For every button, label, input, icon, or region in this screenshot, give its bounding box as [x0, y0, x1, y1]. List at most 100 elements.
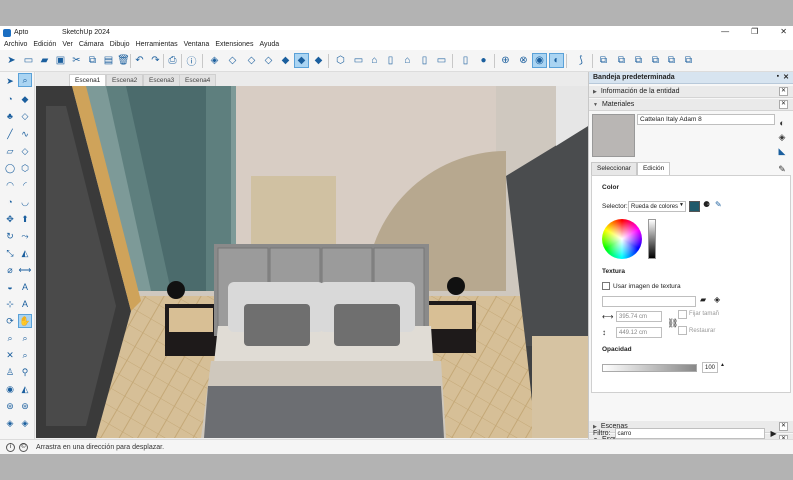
- texture-height-field[interactable]: 449.12 cm: [616, 327, 662, 338]
- filter-input[interactable]: carro: [614, 427, 765, 439]
- pan-tool-icon[interactable]: ✋: [18, 314, 32, 328]
- sandbox4-icon[interactable]: ◈: [18, 416, 32, 430]
- open-folder-icon[interactable]: ▰: [37, 53, 52, 68]
- solid-subtract-icon[interactable]: ⧉: [648, 53, 663, 68]
- solid-split-icon[interactable]: ⧉: [681, 53, 696, 68]
- cut-icon[interactable]: ✂: [69, 53, 84, 68]
- texture-path-field[interactable]: [602, 296, 696, 307]
- color-wheel[interactable]: [602, 219, 642, 259]
- section-fill-icon[interactable]: ◐: [549, 53, 564, 68]
- texture-width-field[interactable]: 395.74 cm: [616, 311, 662, 322]
- monochrome-icon[interactable]: ◆: [311, 53, 326, 68]
- default-material-icon[interactable]: ◐: [775, 116, 789, 130]
- left-view-icon[interactable]: ▯: [417, 53, 432, 68]
- search-tool-icon[interactable]: ⌕: [18, 73, 32, 87]
- front-view-icon[interactable]: ⌂: [367, 53, 382, 68]
- tray-close-icon[interactable]: ✕: [783, 73, 789, 81]
- opacity-field[interactable]: 100: [702, 362, 718, 373]
- menu-ver[interactable]: Ver: [62, 41, 73, 48]
- scale-tool-icon[interactable]: ⤡: [3, 246, 17, 260]
- model-info-icon[interactable]: ⓘ: [184, 53, 199, 68]
- browse-folder-icon[interactable]: ▰: [700, 295, 706, 304]
- new-file-icon[interactable]: ▭: [21, 53, 36, 68]
- back-edges-icon[interactable]: ◇: [225, 53, 240, 68]
- close-button[interactable]: ✕: [780, 27, 787, 36]
- tab-escena4[interactable]: Escena4: [179, 74, 217, 86]
- select-tool-icon[interactable]: ➤: [3, 74, 17, 88]
- arc-tool-icon[interactable]: ◠: [3, 178, 17, 192]
- print-icon[interactable]: ⎙: [165, 53, 180, 68]
- position-camera-icon[interactable]: ♙: [3, 365, 17, 379]
- xray-icon[interactable]: ◈: [207, 53, 222, 68]
- polygon-tool-icon[interactable]: ⬡: [18, 161, 32, 175]
- rectangle-tool-icon[interactable]: ▱: [3, 144, 17, 158]
- user-icon[interactable]: ●: [476, 53, 491, 68]
- move-tool-icon[interactable]: ✥: [3, 212, 17, 226]
- paint-bucket-icon[interactable]: ◔: [3, 92, 17, 106]
- link-aspect-icon[interactable]: ⛓: [667, 318, 678, 329]
- orbit-icon[interactable]: ⊕: [498, 53, 513, 68]
- sandbox-icon[interactable]: ⊛: [3, 399, 17, 413]
- tab-escena1[interactable]: Escena1: [69, 74, 107, 86]
- current-color-swatch[interactable]: [689, 201, 700, 212]
- create-material-icon[interactable]: ◈: [775, 130, 789, 144]
- copy-icon[interactable]: ⧉: [85, 53, 100, 68]
- rotated-rect-icon[interactable]: ◇: [18, 144, 32, 158]
- walk-tool-icon[interactable]: ⚲: [18, 365, 32, 379]
- zoom-tool-icon[interactable]: ⌕: [3, 331, 17, 345]
- sandbox3-icon[interactable]: ◈: [3, 416, 17, 430]
- color-picker-select[interactable]: Rueda de colores: [628, 201, 686, 212]
- protractor-icon[interactable]: ◒: [3, 280, 17, 294]
- menu-camara[interactable]: Cámara: [79, 41, 104, 48]
- credits-icon[interactable]: ©: [19, 442, 28, 452]
- menu-archivo[interactable]: Archivo: [4, 41, 27, 48]
- hidden-line-icon[interactable]: ◇: [261, 53, 276, 68]
- menu-ayuda[interactable]: Ayuda: [259, 41, 279, 48]
- match-color-model-icon[interactable]: ⚈: [703, 200, 710, 209]
- fix-size-checkbox[interactable]: [678, 310, 687, 319]
- freehand-icon[interactable]: ∿: [18, 127, 32, 141]
- menu-ventana[interactable]: Ventana: [184, 41, 210, 48]
- tape-measure-icon[interactable]: ⌀: [3, 263, 17, 277]
- material-name-field[interactable]: Cattelan Italy Adam 8: [637, 114, 775, 125]
- components-icon[interactable]: ⧉: [596, 53, 611, 68]
- sandbox2-icon[interactable]: ⊛: [18, 399, 32, 413]
- right-view-icon[interactable]: ▯: [383, 53, 398, 68]
- select-icon[interactable]: ➤: [4, 53, 19, 68]
- 3d-text-icon[interactable]: A: [18, 297, 32, 311]
- tab-edicion[interactable]: Edición: [636, 162, 671, 175]
- shaded-textures-icon[interactable]: ◆: [294, 53, 309, 68]
- axes-tool-icon[interactable]: ⊹: [3, 297, 17, 311]
- close-icon[interactable]: ✕: [779, 100, 788, 109]
- geo-location-icon[interactable]: i: [6, 442, 15, 452]
- undo-icon[interactable]: ↶: [132, 53, 147, 68]
- line-tool-icon[interactable]: ╱: [3, 127, 17, 141]
- sample-paint-icon[interactable]: ◣: [775, 144, 789, 158]
- entity-info-section[interactable]: ▶ Información de la entidad ✕: [589, 86, 793, 98]
- opacity-spinner-icon[interactable]: ▲: [720, 362, 725, 368]
- menu-edicion[interactable]: Edición: [33, 41, 56, 48]
- solid-trim-icon[interactable]: ⧉: [664, 53, 679, 68]
- 3d-viewport[interactable]: [36, 86, 588, 438]
- new-page-icon[interactable]: ▯: [458, 53, 473, 68]
- materials-section[interactable]: ▼ Materiales ✕: [589, 99, 793, 111]
- tab-escena2[interactable]: Escena2: [106, 74, 144, 86]
- look-around-icon[interactable]: ◉: [3, 382, 17, 396]
- section-display-icon[interactable]: ◉: [532, 53, 547, 68]
- zoom-window-icon[interactable]: ⌕: [18, 331, 32, 345]
- restore-checkbox[interactable]: [678, 326, 687, 335]
- brightness-slider[interactable]: [648, 219, 656, 259]
- tray-pin-icon[interactable]: ▪: [777, 73, 779, 81]
- use-texture-checkbox[interactable]: [602, 282, 610, 290]
- previous-view-icon[interactable]: ⌕: [18, 348, 32, 362]
- top-view-icon[interactable]: ▭: [351, 53, 366, 68]
- orbit-tool-icon[interactable]: ⟳: [3, 314, 17, 328]
- follow-me-icon[interactable]: ⤳: [18, 229, 32, 243]
- bottom-view-icon[interactable]: ▭: [434, 53, 449, 68]
- tab-escena3[interactable]: Escena3: [143, 74, 181, 86]
- menu-extensiones[interactable]: Extensiones: [215, 41, 253, 48]
- tab-seleccionar[interactable]: Seleccionar: [591, 162, 637, 175]
- arc3-tool-icon[interactable]: ◡: [18, 195, 32, 209]
- iso-view-icon[interactable]: ⬡: [333, 53, 348, 68]
- offset-tool-icon[interactable]: ◭: [18, 246, 32, 260]
